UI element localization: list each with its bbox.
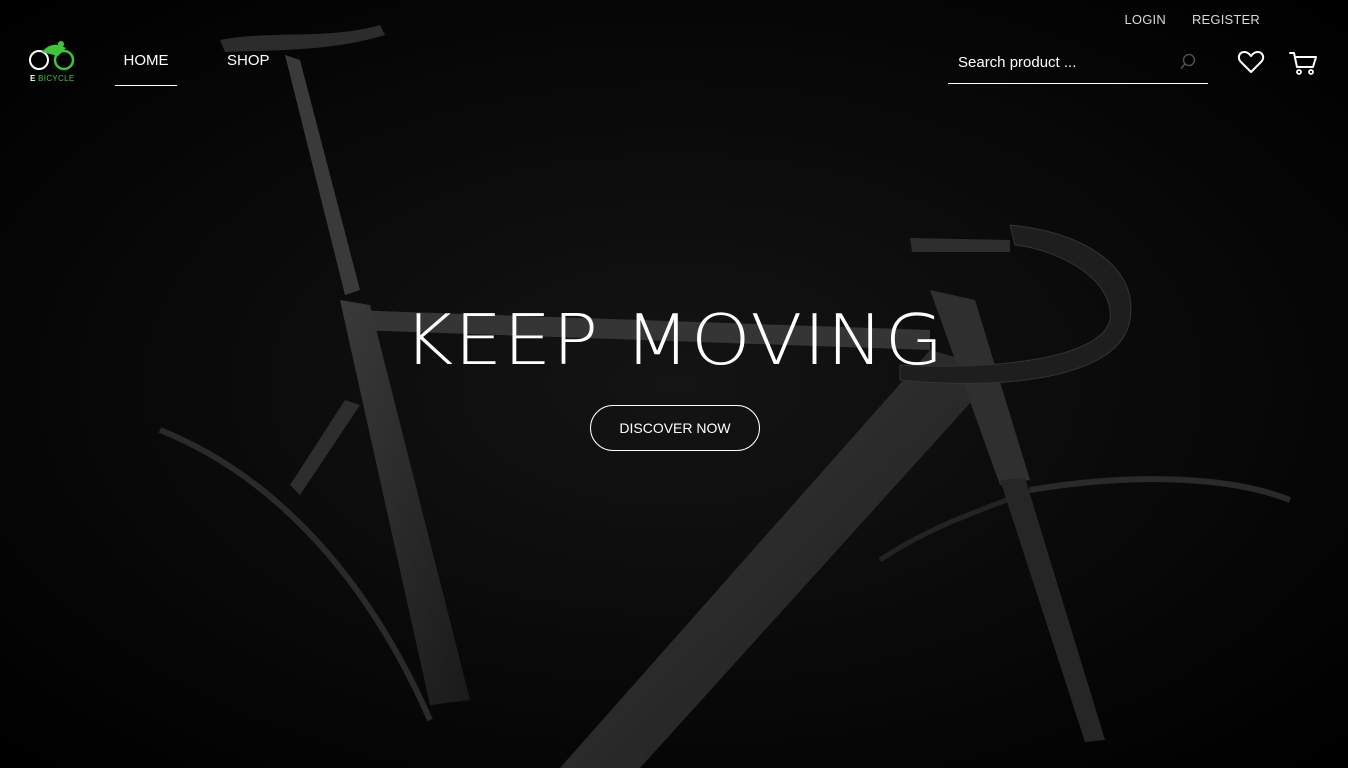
account-links: LOGIN REGISTER (1124, 12, 1260, 27)
login-link[interactable]: LOGIN (1124, 12, 1165, 27)
search-icon[interactable] (1178, 52, 1198, 72)
search-input[interactable] (958, 52, 1168, 72)
hero-headline: KEEP MOVING (403, 298, 945, 381)
discover-now-button[interactable]: DISCOVER NOW (590, 405, 760, 451)
cart-icon[interactable] (1288, 48, 1318, 76)
search-bar (948, 44, 1208, 84)
main-nav: HOME SHOP (115, 52, 270, 86)
brand-name: E BICYCLE (30, 74, 75, 83)
register-link[interactable]: REGISTER (1192, 12, 1260, 27)
heart-icon[interactable] (1237, 48, 1265, 76)
nav-shop[interactable]: SHOP (227, 52, 270, 86)
nav-home[interactable]: HOME (115, 52, 177, 86)
